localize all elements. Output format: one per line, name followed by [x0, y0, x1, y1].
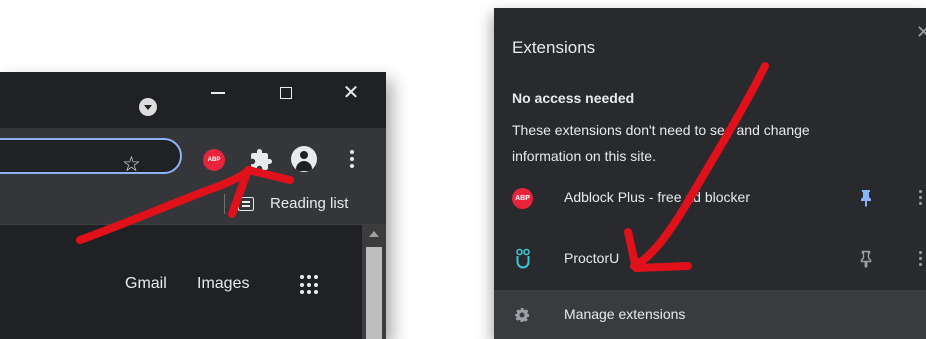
bookmarks-divider: [224, 194, 225, 214]
reading-list-icon: [238, 197, 254, 212]
manage-extensions-label: Manage extensions: [564, 306, 686, 322]
close-icon[interactable]: ✕: [916, 22, 926, 43]
scroll-up-arrow-icon[interactable]: [369, 231, 379, 237]
extension-name: ProctorU: [564, 250, 620, 266]
scroll-thumb[interactable]: [366, 247, 382, 339]
address-bar[interactable]: ☆: [0, 138, 182, 177]
close-window-button[interactable]: ✕: [340, 82, 362, 104]
adblock-plus-icon: ABP: [512, 188, 533, 209]
images-link[interactable]: Images: [197, 275, 249, 293]
browser-toolbar: ☆ ABP: [0, 128, 386, 184]
extensions-popup: Extensions ✕ No access needed These exte…: [494, 8, 926, 339]
page-content: Gmail Images: [0, 224, 386, 339]
section-description: These extensions don't need to see and c…: [512, 122, 810, 164]
section-heading: No access needed: [512, 90, 635, 106]
bookmarks-bar: Reading list: [0, 184, 386, 224]
reading-list-button[interactable]: Reading list: [238, 193, 348, 215]
maximize-button[interactable]: [275, 82, 297, 104]
extensions-puzzle-icon[interactable]: [249, 148, 273, 172]
reading-list-label: Reading list: [270, 195, 349, 212]
kebab-menu-icon[interactable]: [919, 190, 922, 208]
star-icon[interactable]: ☆: [122, 153, 141, 177]
extension-name: Adblock Plus - free ad blocker: [564, 189, 750, 205]
scrollbar[interactable]: [362, 225, 386, 339]
extension-item-proctoru[interactable]: ProctorU: [494, 234, 926, 284]
kebab-menu-icon[interactable]: [919, 251, 922, 269]
kebab-menu-icon[interactable]: [350, 150, 354, 171]
adblock-toolbar-icon[interactable]: ABP: [203, 149, 225, 171]
pin-icon[interactable]: [860, 250, 872, 268]
popup-title: Extensions: [512, 38, 596, 57]
gmail-link[interactable]: Gmail: [125, 275, 167, 293]
proctoru-icon: [516, 248, 530, 269]
gear-icon: [515, 308, 529, 322]
apps-grid-icon[interactable]: [300, 275, 320, 295]
chrome-window: ✕ ☆ ABP Reading list Gmail Images: [0, 72, 386, 339]
extension-item-adblock-plus[interactable]: ABP Adblock Plus - free ad blocker: [494, 173, 926, 223]
manage-extensions-button[interactable]: Manage extensions: [494, 291, 926, 339]
pin-icon[interactable]: [860, 189, 872, 207]
title-bar: ✕: [0, 72, 386, 128]
profile-dropdown-icon[interactable]: [139, 98, 157, 116]
avatar-icon[interactable]: [291, 146, 317, 172]
minimize-button[interactable]: [207, 82, 229, 104]
